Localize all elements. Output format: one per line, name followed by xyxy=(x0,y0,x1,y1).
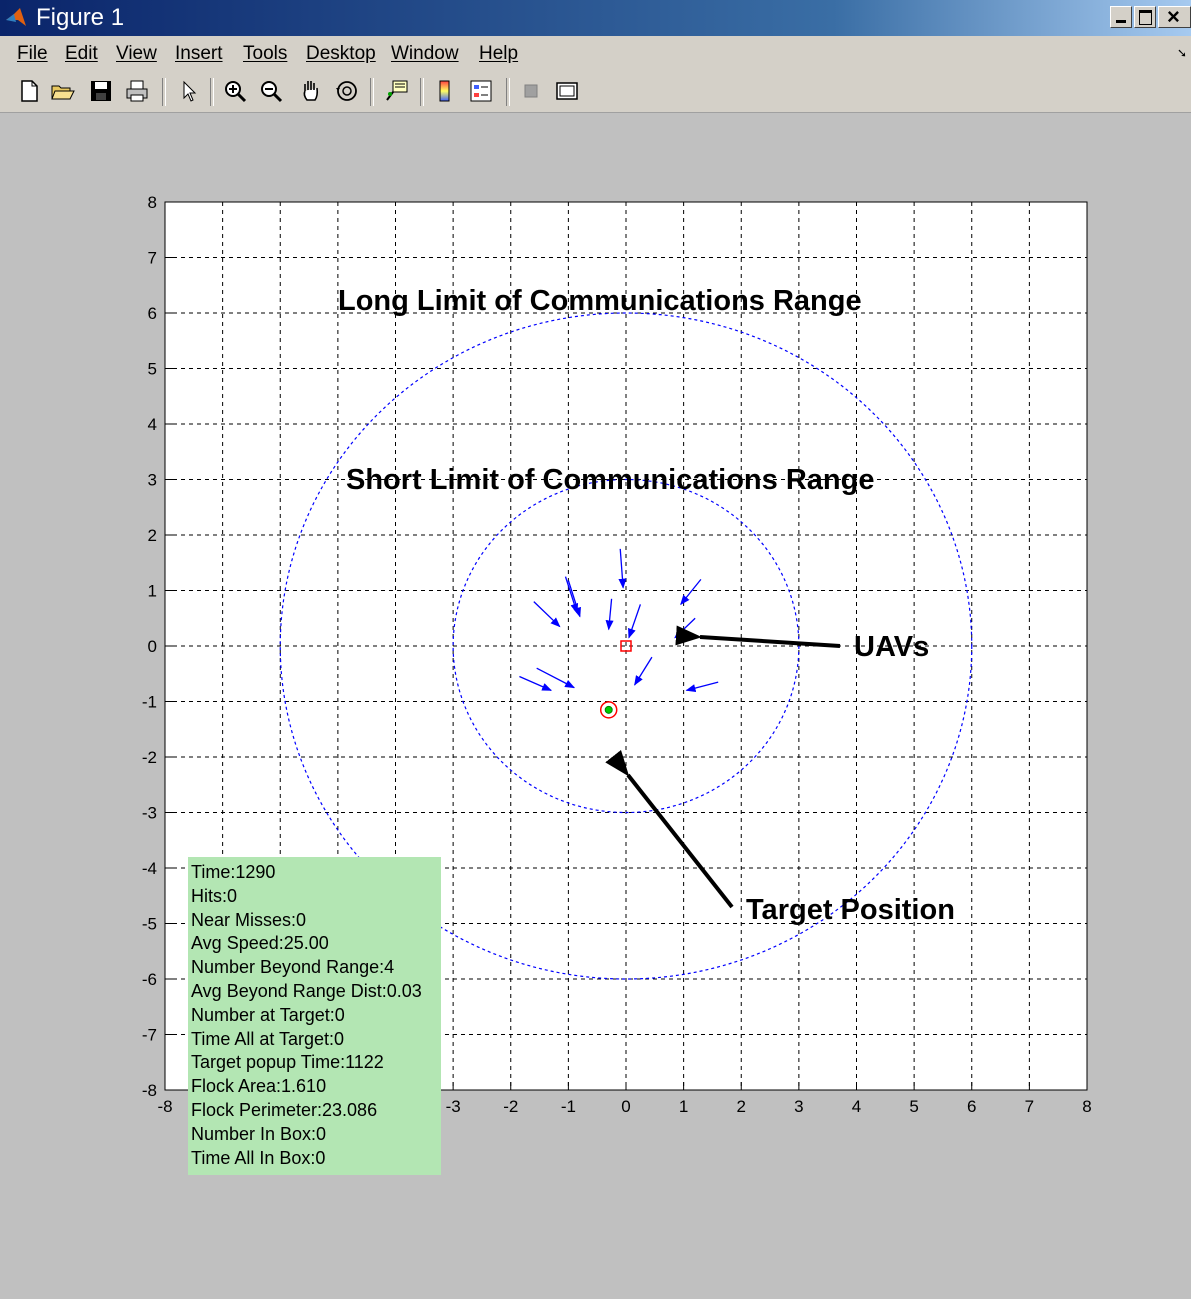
x-tick-label: 3 xyxy=(794,1097,803,1116)
stat-target-popup-time: Target popup Time:1122 xyxy=(191,1052,384,1073)
pan-hand-icon[interactable] xyxy=(298,78,324,104)
open-file-icon[interactable] xyxy=(50,78,76,104)
data-cursor-icon[interactable] xyxy=(384,78,410,104)
stat-avg-beyond-range-dist: Avg Beyond Range Dist:0.03 xyxy=(191,980,422,1001)
y-tick-label: 8 xyxy=(148,193,157,212)
toolbar-separator xyxy=(370,78,374,106)
x-tick-label: 7 xyxy=(1025,1097,1034,1116)
y-tick-label: 6 xyxy=(148,304,157,323)
menu-view[interactable]: View xyxy=(116,43,157,65)
y-tick-label: -8 xyxy=(142,1081,157,1100)
menu-bar: File Edit View Insert Tools Desktop Wind… xyxy=(0,36,1191,70)
x-tick-label: -8 xyxy=(157,1097,172,1116)
y-tick-label: 4 xyxy=(148,415,157,434)
insert-legend-icon[interactable] xyxy=(468,78,494,104)
y-tick-label: -1 xyxy=(142,693,157,712)
uavs-label: UAVs xyxy=(854,631,929,663)
y-tick-label: -6 xyxy=(142,970,157,989)
print-icon[interactable] xyxy=(124,78,150,104)
zoom-in-icon[interactable] xyxy=(222,78,248,104)
x-tick-label: 4 xyxy=(852,1097,861,1116)
menu-overflow-icon[interactable]: ➘ xyxy=(1177,46,1187,60)
x-tick-label: -2 xyxy=(503,1097,518,1116)
toolbar xyxy=(0,70,1191,113)
stat-number-in-box: Number In Box:0 xyxy=(191,1123,327,1144)
stat-time: Time:1290 xyxy=(191,862,276,882)
x-tick-label: -1 xyxy=(561,1097,576,1116)
title-bar: Figure 1 × xyxy=(0,0,1191,36)
stat-near-misses: Near Misses:0 xyxy=(191,909,307,930)
y-tick-label: 3 xyxy=(148,471,157,490)
stat-avg-speed: Avg Speed:25.00 xyxy=(191,933,329,954)
y-tick-label: -5 xyxy=(142,915,157,934)
toolbar-separator xyxy=(210,78,214,106)
figure-canvas: -8-7-6-5-4-3-2-1012345678-8-7-6-5-4-3-2-… xyxy=(0,113,1191,1299)
stat-time-all-in-box: Time All In Box:0 xyxy=(191,1147,326,1168)
menu-file[interactable]: File xyxy=(17,43,48,65)
short-limit-label: Short Limit of Communications Range xyxy=(346,464,874,496)
menu-help[interactable]: Help xyxy=(479,43,518,65)
menu-edit[interactable]: Edit xyxy=(65,43,98,65)
y-tick-label: -3 xyxy=(142,804,157,823)
window-title: Figure 1 xyxy=(36,4,125,31)
menu-insert[interactable]: Insert xyxy=(175,43,223,65)
x-tick-label: 5 xyxy=(909,1097,918,1116)
save-icon[interactable] xyxy=(88,78,114,104)
y-tick-label: 7 xyxy=(148,249,157,268)
y-tick-label: 0 xyxy=(148,637,157,656)
x-tick-label: 6 xyxy=(967,1097,976,1116)
y-tick-label: -4 xyxy=(142,859,157,878)
edit-plot-arrow-icon[interactable] xyxy=(176,78,202,104)
menu-tools[interactable]: Tools xyxy=(243,43,287,65)
y-tick-label: -2 xyxy=(142,748,157,767)
minimize-icon xyxy=(1116,20,1126,23)
menu-window[interactable]: Window xyxy=(391,43,459,65)
close-button[interactable]: × xyxy=(1158,4,1191,29)
plot-axes[interactable]: -8-7-6-5-4-3-2-1012345678-8-7-6-5-4-3-2-… xyxy=(0,113,1191,1299)
x-tick-label: 0 xyxy=(621,1097,630,1116)
show-plot-tools-icon[interactable] xyxy=(554,78,580,104)
menu-desktop[interactable]: Desktop xyxy=(306,43,376,65)
stat-time-all-at-target: Time All at Target:0 xyxy=(191,1028,345,1049)
target-dot-marker xyxy=(604,705,613,714)
close-icon: × xyxy=(1167,4,1180,29)
toolbar-separator xyxy=(506,78,510,106)
stat-flock-perimeter: Flock Perimeter:23.086 xyxy=(191,1099,378,1120)
y-tick-label: 5 xyxy=(148,360,157,379)
toolbar-separator xyxy=(162,78,166,106)
maximize-button[interactable] xyxy=(1134,6,1156,28)
x-tick-label: 2 xyxy=(737,1097,746,1116)
insert-colorbar-icon[interactable] xyxy=(432,78,458,104)
target-position-label: Target Position xyxy=(746,894,955,926)
y-tick-label: -7 xyxy=(142,1026,157,1045)
rotate-3d-icon[interactable] xyxy=(334,78,360,104)
stat-number-beyond-range: Number Beyond Range:4 xyxy=(191,957,395,978)
stat-number-at-target: Number at Target:0 xyxy=(191,1004,345,1025)
maximize-icon xyxy=(1139,10,1152,25)
x-tick-label: 8 xyxy=(1082,1097,1091,1116)
x-tick-label: -3 xyxy=(446,1097,461,1116)
y-tick-label: 2 xyxy=(148,526,157,545)
hide-plot-tools-icon[interactable] xyxy=(518,78,544,104)
matlab-logo-icon xyxy=(6,8,26,26)
minimize-button[interactable] xyxy=(1110,6,1132,28)
y-tick-label: 1 xyxy=(148,582,157,601)
long-limit-label: Long Limit of Communications Range xyxy=(338,285,862,317)
new-figure-icon[interactable] xyxy=(16,78,42,104)
x-tick-label: 1 xyxy=(679,1097,688,1116)
stats-panel: Time:1290 Hits:0 Near Misses:0 Avg Speed… xyxy=(188,857,441,1175)
toolbar-separator xyxy=(420,78,424,106)
zoom-out-icon[interactable] xyxy=(258,78,284,104)
stat-flock-area: Flock Area:1.610 xyxy=(191,1076,327,1097)
stat-hits: Hits:0 xyxy=(191,885,238,906)
